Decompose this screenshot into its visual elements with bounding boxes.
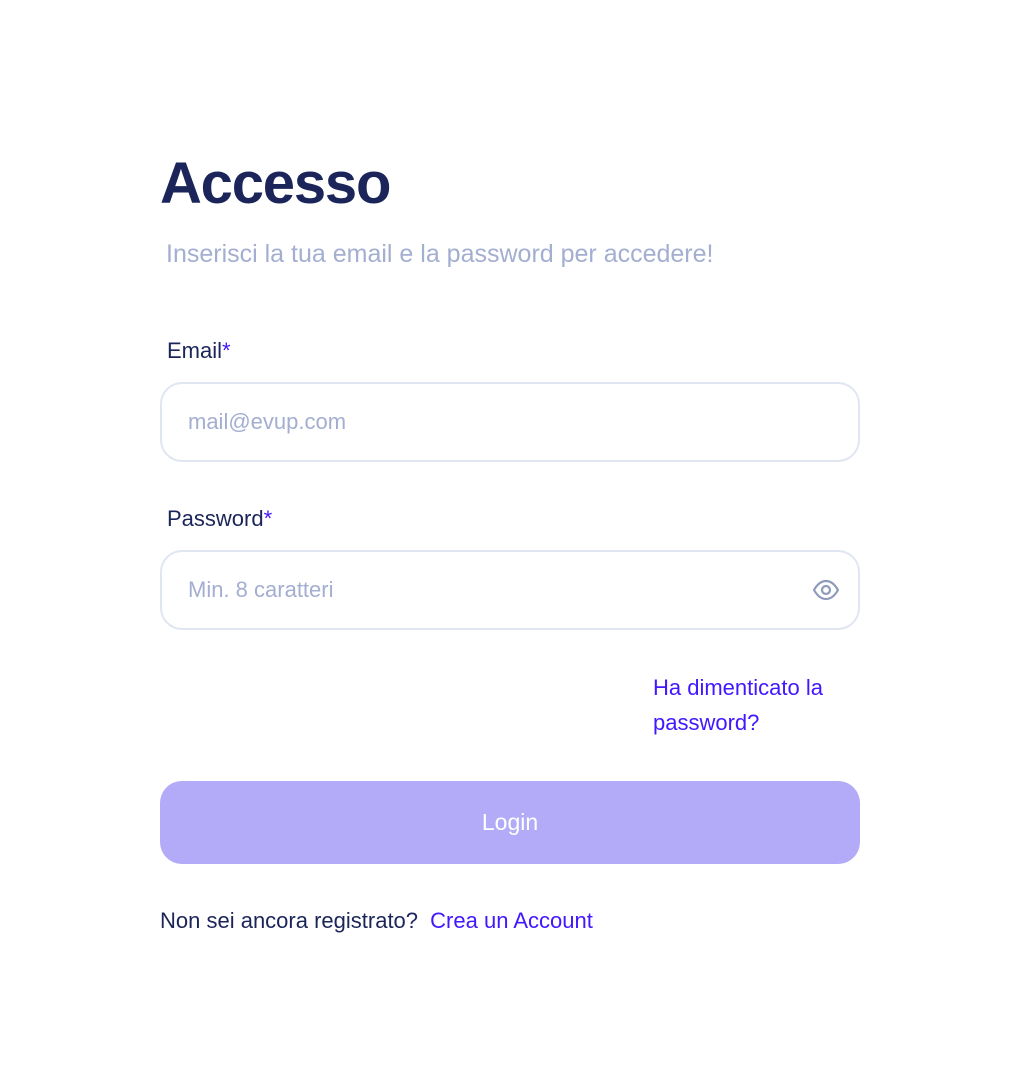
email-field-container (160, 382, 860, 462)
create-account-link[interactable]: Crea un Account (430, 908, 593, 933)
email-label-text: Email (167, 338, 223, 363)
password-label: Password* (167, 505, 272, 533)
eye-icon[interactable] (812, 578, 840, 602)
email-required-mark: * (222, 338, 231, 363)
signup-prompt-text: Non sei ancora registrato? (160, 908, 419, 933)
page-subtitle: Inserisci la tua email e la password per… (166, 240, 714, 268)
password-field-container (160, 550, 860, 630)
forgot-password-link[interactable]: Ha dimenticato la password? (653, 670, 853, 740)
password-label-text: Password (167, 506, 264, 531)
page-title: Accesso (160, 151, 391, 216)
login-button[interactable]: Login (160, 781, 860, 864)
password-required-mark: * (263, 506, 273, 531)
password-field[interactable] (188, 552, 788, 628)
signup-prompt: Non sei ancora registrato? Crea un Accou… (160, 905, 593, 937)
eye-icon-svg (812, 579, 840, 601)
email-label: Email* (167, 337, 231, 365)
email-field[interactable] (188, 384, 788, 460)
